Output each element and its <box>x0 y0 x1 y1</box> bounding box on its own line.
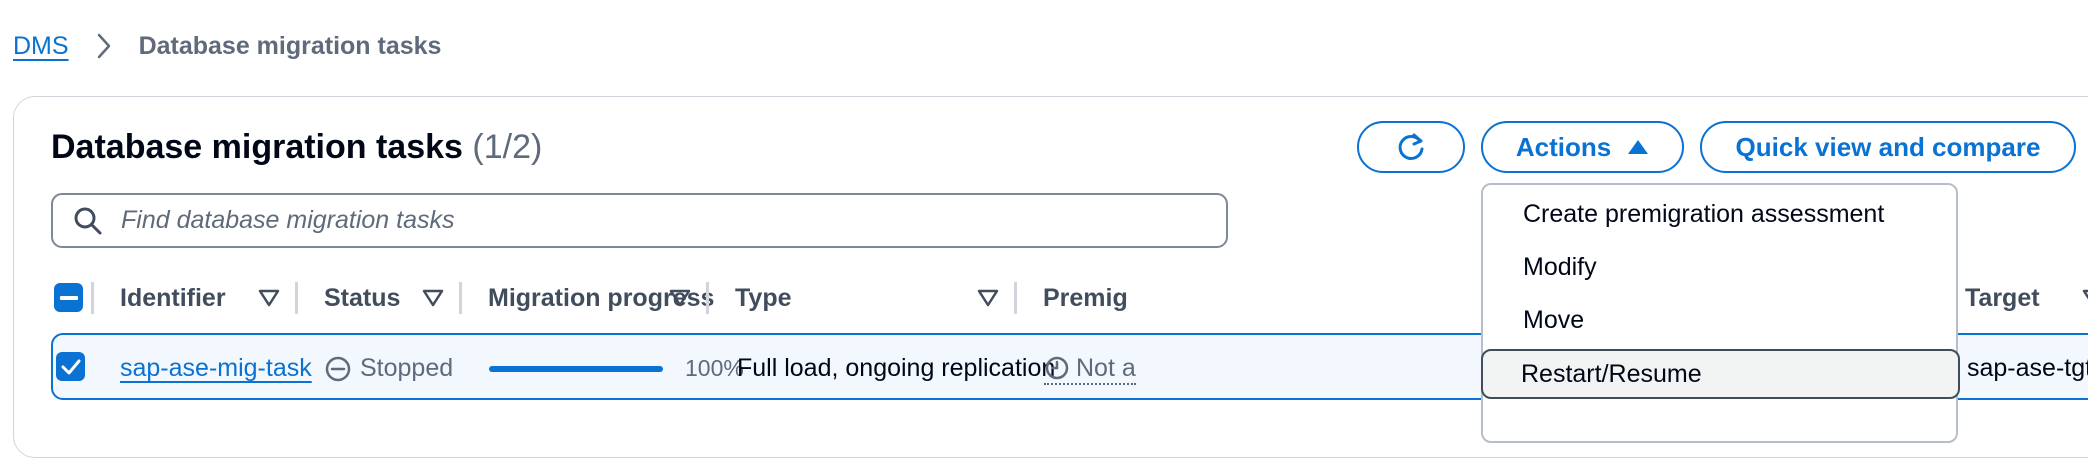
menu-item-restart-resume[interactable]: Restart/Resume <box>1481 349 1960 399</box>
caret-up-icon <box>1628 140 1649 154</box>
menu-item-move[interactable]: Move <box>1523 306 1584 335</box>
page-title-text: Database migration tasks <box>51 128 463 166</box>
column-header-target[interactable]: Target <box>1965 280 2040 316</box>
column-header-identifier[interactable]: Identifier <box>120 280 226 316</box>
column-divider[interactable] <box>459 282 462 314</box>
column-header-premigration[interactable]: Premig <box>1043 280 1128 316</box>
indeterminate-icon <box>59 295 78 300</box>
sort-icon[interactable] <box>258 288 280 308</box>
actions-dropdown-menu: Create premigration assessment Modify Mo… <box>1481 183 1960 443</box>
sort-icon[interactable] <box>2082 288 2088 308</box>
stopped-icon <box>325 356 351 381</box>
premigration-status-label: Not a <box>1076 353 1136 382</box>
search-field[interactable] <box>51 193 1228 248</box>
breadcrumb-dms-link[interactable]: DMS <box>13 32 69 61</box>
selection-count: (1/2) <box>472 128 543 166</box>
progress-label: 100% <box>685 355 744 381</box>
menu-item-modify[interactable]: Modify <box>1523 253 1597 282</box>
column-header-status[interactable]: Status <box>324 280 400 316</box>
column-divider <box>91 282 94 314</box>
task-type: Full load, ongoing replication <box>737 354 1056 382</box>
actions-button-label: Actions <box>1515 131 1612 162</box>
clock-icon <box>1045 356 1069 379</box>
sort-icon[interactable] <box>669 288 691 308</box>
row-checkbox[interactable] <box>56 352 85 381</box>
progress-bar <box>489 365 663 372</box>
menu-item-create-premigration-assessment[interactable]: Create premigration assessment <box>1523 200 1884 229</box>
task-status-label: Stopped <box>360 354 454 382</box>
checkmark-icon <box>61 359 80 374</box>
select-all-checkbox[interactable] <box>54 283 83 312</box>
breadcrumb: DMS Database migration tasks <box>13 28 441 64</box>
breadcrumb-current: Database migration tasks <box>138 31 442 60</box>
column-divider[interactable] <box>1014 282 1017 314</box>
sort-icon[interactable] <box>977 288 999 308</box>
premigration-status[interactable]: Not a <box>1044 353 1136 385</box>
task-status: Stopped <box>324 335 453 402</box>
column-header-type[interactable]: Type <box>735 280 792 316</box>
task-identifier-link[interactable]: sap-ase-mig-task <box>120 354 312 383</box>
chevron-right-icon <box>97 33 110 59</box>
sort-icon[interactable] <box>422 288 444 308</box>
quick-view-compare-label: Quick view and compare <box>1735 131 2041 162</box>
migration-progress: 100% <box>489 335 744 402</box>
page-title: Database migration tasks (1/2) <box>51 128 542 167</box>
column-divider[interactable] <box>295 282 298 314</box>
refresh-button[interactable] <box>1357 121 1465 173</box>
quick-view-compare-button[interactable]: Quick view and compare <box>1700 121 2076 173</box>
search-input[interactable] <box>119 205 1173 236</box>
actions-button[interactable]: Actions <box>1481 121 1684 173</box>
column-divider[interactable] <box>706 282 709 314</box>
refresh-icon <box>1398 133 1424 160</box>
task-target: sap-ase-tgt <box>1967 354 2088 382</box>
search-icon <box>74 207 102 234</box>
